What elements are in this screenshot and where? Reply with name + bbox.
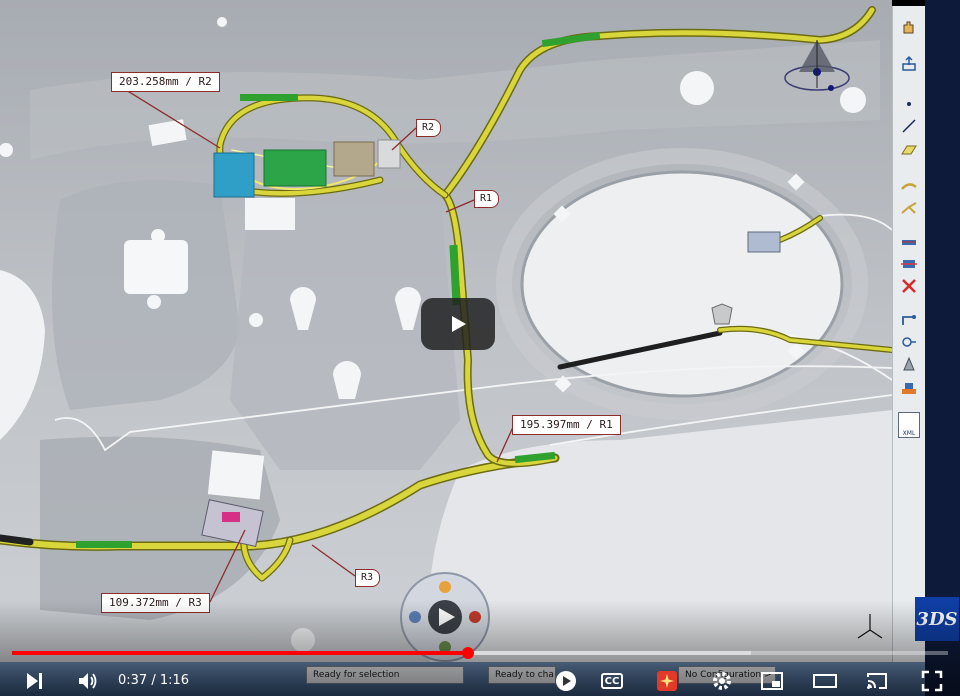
fullscreen-icon — [921, 670, 943, 692]
radius-tag-r3[interactable]: R3 — [355, 569, 381, 587]
next-button[interactable] — [20, 668, 48, 694]
video-player[interactable]: 203.258mm / R2 195.397mm / R1 109.372mm … — [0, 0, 960, 696]
miniplayer-icon — [761, 672, 783, 690]
cc-label: CC — [601, 673, 623, 689]
dassault-logo: 3DS — [915, 597, 959, 641]
support-icon[interactable] — [898, 354, 920, 374]
subtitles-button[interactable]: CC — [598, 668, 626, 694]
progress-played — [12, 651, 468, 655]
play-overlay-button[interactable] — [421, 298, 495, 350]
length-callout-1[interactable]: 203.258mm / R2 — [111, 72, 220, 92]
delete-segment-icon[interactable] — [898, 276, 920, 296]
3d-viewport[interactable]: 203.258mm / R2 195.397mm / R1 109.372mm … — [0, 0, 892, 662]
next-icon — [27, 673, 42, 689]
time-separator: / — [147, 673, 160, 688]
length-callout-3[interactable]: 109.372mm / R3 — [101, 593, 210, 613]
status-field-ready: Ready to cha — [488, 666, 556, 684]
current-time: 0:37 — [118, 673, 148, 688]
volume-icon — [79, 673, 97, 689]
hand-icon[interactable] — [898, 18, 920, 38]
cast-button[interactable] — [862, 668, 892, 694]
xml-label: XML — [898, 412, 920, 438]
duration: 1:16 — [159, 673, 190, 688]
protection-icon[interactable] — [898, 332, 920, 352]
gear-icon — [713, 672, 731, 690]
routing-icon[interactable] — [898, 310, 920, 330]
fullscreen-button[interactable] — [918, 668, 946, 694]
export-icon[interactable] — [898, 54, 920, 74]
harness-bundle-icon[interactable] — [898, 176, 920, 196]
theater-icon — [813, 674, 837, 688]
branch-icon[interactable] — [898, 198, 920, 218]
status-field-selection: Ready for selection — [306, 666, 464, 684]
clip-icon[interactable] — [898, 378, 920, 398]
length-callout-2[interactable]: 195.397mm / R1 — [512, 415, 621, 435]
plane-icon[interactable] — [898, 140, 920, 160]
autoplay-icon — [556, 671, 576, 691]
scrubber-handle[interactable] — [461, 647, 474, 659]
miniplayer-badge[interactable] — [654, 668, 680, 694]
navigation-wheel[interactable] — [400, 572, 490, 662]
cast-icon — [867, 673, 887, 689]
autoplay-toggle[interactable] — [552, 668, 580, 694]
miniplayer-button[interactable] — [758, 668, 786, 694]
bundle-segment-icon[interactable] — [898, 232, 920, 252]
progress-bar[interactable] — [12, 647, 948, 659]
volume-button[interactable] — [74, 668, 102, 694]
connector-icon[interactable] — [898, 254, 920, 274]
tool-palette: XML — [892, 6, 925, 662]
window-edge — [925, 0, 960, 696]
sparkle-icon — [657, 671, 677, 691]
play-icon — [452, 316, 466, 332]
radius-tag-r2[interactable]: R2 — [416, 119, 442, 137]
settings-button[interactable] — [708, 668, 736, 694]
theater-mode-button[interactable] — [810, 668, 840, 694]
xml-icon[interactable]: XML — [898, 412, 920, 438]
radius-tag-r1[interactable]: R1 — [474, 190, 500, 208]
line-icon[interactable] — [898, 116, 920, 136]
time-display: 0:37 / 1:16 — [118, 672, 189, 690]
point-icon[interactable] — [898, 94, 920, 114]
